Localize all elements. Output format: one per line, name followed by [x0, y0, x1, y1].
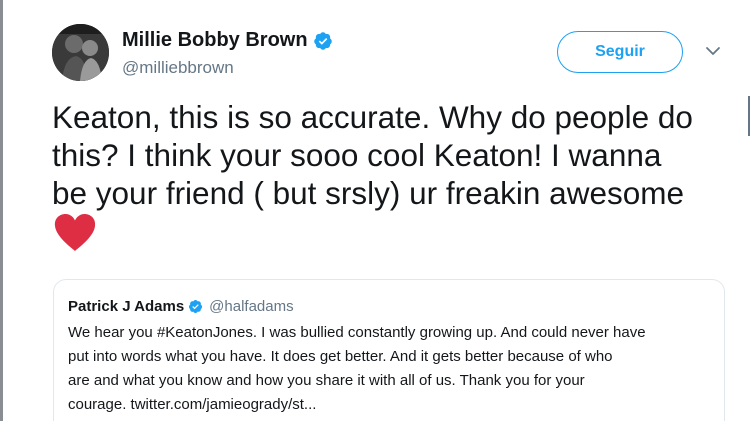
quoted-text-line: are and what you know and how you share … [68, 372, 585, 389]
quoted-author-name[interactable]: Patrick J Adams [68, 298, 184, 315]
verified-badge-icon [189, 299, 203, 314]
quoted-tweet-card[interactable]: Patrick J Adams @halfadams We hear you #… [53, 279, 725, 421]
follow-button[interactable]: Seguir [557, 31, 683, 73]
tweet-text-line: be your friend ( but srsly) ur freakin a… [52, 175, 684, 211]
avatar-photo-icon [52, 24, 109, 81]
quoted-tweet-header: Patrick J Adams @halfadams [68, 298, 294, 315]
author-name-text[interactable]: Millie Bobby Brown [122, 29, 308, 52]
quoted-text-line: put into words what you have. It does ge… [68, 348, 613, 365]
author-handle[interactable]: @milliebbrown [122, 58, 234, 78]
tweet-text: Keaton, this is so accurate. Why do peop… [52, 98, 742, 212]
tweet-text-line: Keaton, this is so accurate. Why do peop… [52, 99, 693, 135]
quoted-text-line: courage. twitter.com/jamieogrady/st... [68, 396, 317, 413]
chevron-down-icon[interactable] [704, 44, 722, 58]
red-heart-emoji-icon [54, 214, 96, 251]
author-avatar[interactable] [52, 24, 109, 81]
window-edge [0, 0, 3, 421]
author-name[interactable]: Millie Bobby Brown [122, 29, 333, 52]
quoted-text-line: We hear you #KeatonJones. I was bullied … [68, 324, 646, 341]
quoted-tweet-text: We hear you #KeatonJones. I was bullied … [68, 321, 718, 417]
verified-badge-icon [313, 31, 332, 50]
tweet-text-line: this? I think your sooo cool Keaton! I w… [52, 137, 662, 173]
quoted-author-handle[interactable]: @halfadams [209, 298, 293, 315]
